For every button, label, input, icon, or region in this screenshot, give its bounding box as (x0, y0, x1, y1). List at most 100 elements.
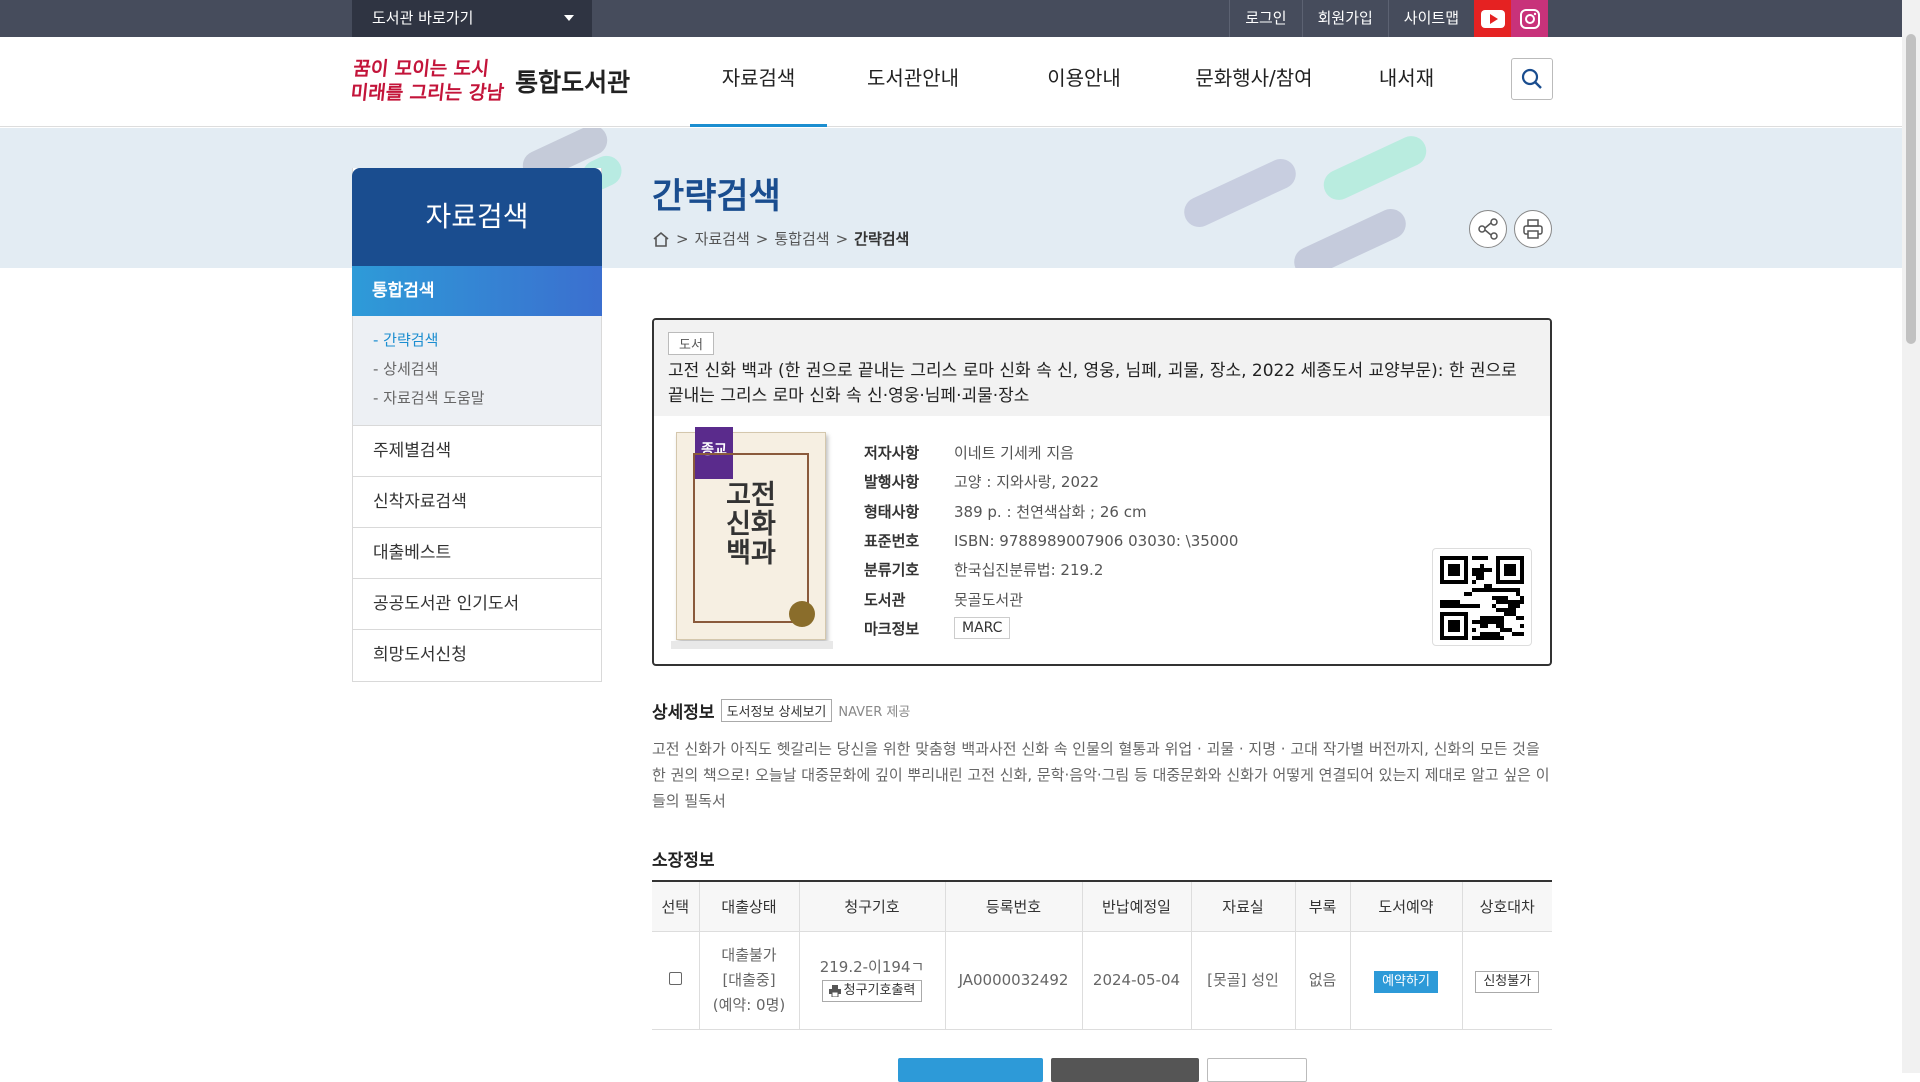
sidebar-subitem-search-help[interactable]: - 자료검색 도움말 (373, 384, 581, 413)
scrollbar-thumb[interactable] (1906, 34, 1916, 344)
youtube-link[interactable] (1474, 0, 1511, 37)
breadcrumb-item[interactable]: 자료검색 (695, 228, 750, 249)
detail-info-header: 상세정보 도서정보 상세보기 NAVER 제공 (652, 698, 910, 723)
select-cell (652, 931, 699, 1030)
sidebar-subitem-advanced-search[interactable]: - 상세검색 (373, 355, 581, 384)
action-button-tertiary[interactable] (1207, 1058, 1307, 1082)
loan-status-cell: 대출불가 [대출중] (예약: 0명) (698, 931, 799, 1030)
meta-label: 분류기호 (864, 561, 920, 580)
action-button-secondary[interactable] (1051, 1058, 1199, 1082)
scrollbar[interactable] (1902, 0, 1920, 1073)
column-header: 상호대차 (1461, 881, 1552, 932)
signup-link[interactable]: 회원가입 (1301, 0, 1388, 37)
banner-decoration (1289, 204, 1411, 268)
share-button[interactable] (1469, 210, 1507, 248)
qr-code (1432, 548, 1532, 646)
logo-slogan-line1: 꿈이 모이는 도시 (352, 58, 491, 80)
meta-label: 저자사항 (864, 444, 920, 463)
meta-label: 표준번호 (864, 532, 920, 551)
sidebar: 자료검색 통합검색 - 간략검색 - 상세검색 - 자료검색 도움말 주제별검색… (352, 168, 602, 682)
meta-label: 발행사항 (864, 473, 920, 492)
print-button[interactable] (1514, 210, 1552, 248)
column-header: 부록 (1294, 881, 1350, 932)
print-icon (828, 985, 841, 997)
sidebar-item-subject-search[interactable]: 주제별검색 (353, 426, 601, 477)
breadcrumb-separator: > (755, 229, 769, 248)
cover-seal-icon (789, 601, 815, 627)
sidebar-title: 자료검색 (352, 168, 602, 266)
reserve-button[interactable]: 예약하기 (1374, 970, 1438, 993)
search-button[interactable] (1511, 58, 1553, 100)
breadcrumb-current: 간략검색 (854, 230, 910, 248)
nav-usage-info[interactable]: 이용안내 (999, 37, 1169, 127)
nav-my-library[interactable]: 내서재 (1339, 37, 1474, 127)
share-icon (1478, 218, 1498, 240)
home-icon[interactable] (652, 231, 670, 247)
column-header: 선택 (652, 881, 699, 932)
detail-source-note: NAVER 제공 (838, 705, 911, 720)
meta-value: 한국십진분류법: 219.2 (954, 561, 1104, 580)
sidebar-item-new-arrivals[interactable]: 신착자료검색 (353, 477, 601, 528)
meta-label: 도서관 (864, 590, 906, 609)
sidebar-item-loan-best[interactable]: 대출베스트 (353, 528, 601, 579)
nav-search[interactable]: 자료검색 (690, 37, 827, 127)
instagram-icon (1519, 8, 1540, 29)
call-number-cell: 219.2-이194ㄱ 청구기호출력 (798, 931, 945, 1030)
breadcrumb-item[interactable]: 통합검색 (774, 228, 829, 249)
login-link[interactable]: 로그인 (1229, 0, 1301, 37)
logo-title: 통합도서관 (515, 68, 631, 97)
loan-status-detail: [대출중] (722, 970, 776, 989)
cover-title: 고전 신화 백과 (726, 480, 776, 569)
instagram-link[interactable] (1511, 0, 1548, 37)
print-call-number-label: 청구기호출력 (843, 983, 916, 998)
sidebar-subitems: - 간략검색 - 상세검색 - 자료검색 도움말 (353, 316, 601, 426)
meta-row-library: 도서관 못골도서관 (864, 584, 1238, 613)
interlibrary-loan-cell: 신청불가 (1461, 931, 1552, 1030)
library-shortcut-label: 도서관 바로가기 (372, 9, 474, 27)
sidebar-item-integrated-search[interactable]: 통합검색 (352, 266, 602, 316)
book-metadata: 저자사항 이네트 기세케 지음 발행사항 고양 : 지와사랑, 2022 형태사항 3… (864, 438, 1238, 643)
book-record-card: 도서 고전 신화 백과 (한 권으로 끝내는 그리스 로마 신화 속 신, 영웅… (652, 318, 1552, 666)
book-record-header: 도서 고전 신화 백과 (한 권으로 끝내는 그리스 로마 신화 속 신, 영웅… (654, 320, 1550, 416)
sidebar-item-wish-book-request[interactable]: 희망도서신청 (353, 630, 601, 681)
column-header: 대출상태 (698, 881, 799, 932)
meta-label: 마크정보 (864, 619, 920, 638)
meta-value: 389 p. : 천연색삽화 ; 26 cm (954, 502, 1147, 521)
meta-row-format: 형태사항 389 p. : 천연색삽화 ; 26 cm (864, 497, 1238, 526)
logo-slogan: 꿈이 모이는 도시 미래를 그리는 강남 (349, 57, 507, 105)
action-button-primary[interactable] (898, 1058, 1043, 1082)
holdings-header-row: 선택 대출상태 청구기호 등록번호 반납예정일 자료실 부록 도서예약 상호대차 (652, 881, 1552, 932)
column-header: 반납예정일 (1081, 881, 1191, 932)
reservation-count: (예약: 0명) (712, 995, 786, 1014)
meta-row-marc: 마크정보 MARC (864, 614, 1238, 643)
nav-library-info[interactable]: 도서관안내 (827, 37, 999, 127)
qr-code-icon (1440, 556, 1524, 640)
due-date: 2024-05-04 (1081, 931, 1191, 1030)
meta-value: ISBN: 9788989007906 03030: \35000 (954, 531, 1239, 550)
detail-info-heading: 상세정보 (652, 703, 715, 723)
holdings-table: 선택 대출상태 청구기호 등록번호 반납예정일 자료실 부록 도서예약 상호대차… (652, 880, 1552, 1030)
nav-culture-events[interactable]: 문화행사/참여 (1169, 37, 1339, 127)
sitemap-link[interactable]: 사이트맵 (1387, 0, 1474, 37)
marc-button[interactable]: MARC (954, 617, 1011, 640)
column-header: 자료실 (1190, 881, 1295, 932)
select-checkbox[interactable] (668, 971, 682, 985)
bottom-action-buttons (898, 1058, 1307, 1082)
book-cover[interactable]: 종교 고전 신화 백과 (671, 427, 833, 649)
sidebar-item-popular-books[interactable]: 공공도서관 인기도서 (353, 579, 601, 630)
print-call-number-button[interactable]: 청구기호출력 (821, 980, 923, 1002)
sidebar-subitem-simple-search[interactable]: - 간략검색 (373, 326, 581, 355)
meta-row-classification: 분류기호 한국십진분류법: 219.2 (864, 555, 1238, 584)
library-shortcut-select[interactable]: 도서관 바로가기 (352, 0, 592, 37)
breadcrumb: > 자료검색 > 통합검색 > 간략검색 (652, 228, 909, 249)
material-type-badge: 도서 (668, 332, 714, 355)
site-logo[interactable]: 꿈이 모이는 도시 미래를 그리는 강남 통합도서관 (349, 51, 631, 111)
table-row: 대출불가 [대출중] (예약: 0명) 219.2-이194ㄱ 청구기호출력 J… (652, 931, 1552, 1030)
book-detail-button[interactable]: 도서정보 상세보기 (720, 699, 833, 722)
book-description: 고전 신화가 아직도 헷갈리는 당신을 위한 맞춤형 백과사전 신화 속 인물의… (652, 740, 1550, 810)
top-links: 로그인 회원가입 사이트맵 (1229, 0, 1548, 37)
holdings-heading: 소장정보 (652, 851, 715, 871)
main-nav: 자료검색 도서관안내 이용안내 문화행사/참여 내서재 (690, 37, 1474, 127)
cover-stand (671, 641, 833, 649)
meta-value: 못골도서관 (954, 590, 1024, 609)
